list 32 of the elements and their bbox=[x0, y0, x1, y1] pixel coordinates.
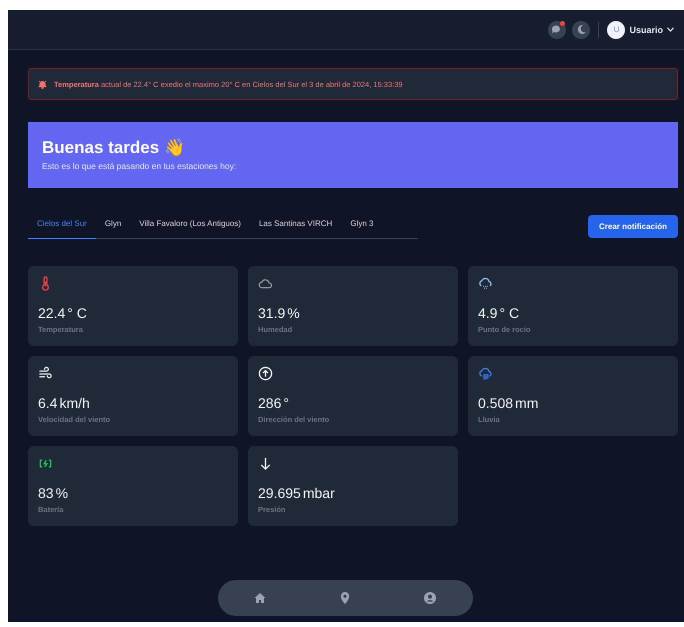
metric-value: 83% bbox=[38, 485, 70, 501]
station-tab[interactable]: Las Santinas VIRCH bbox=[250, 214, 342, 239]
metric-value: 22.4° C bbox=[38, 305, 88, 321]
station-tab[interactable]: Glyn 3 bbox=[341, 214, 382, 239]
profile-button[interactable] bbox=[422, 590, 438, 606]
wind-icon bbox=[38, 366, 53, 381]
house-icon bbox=[254, 592, 266, 604]
chevron-down-icon bbox=[667, 27, 674, 32]
cloud-snow-icon bbox=[478, 276, 493, 291]
arrow-down-icon bbox=[258, 456, 273, 471]
chat-button[interactable] bbox=[548, 20, 566, 38]
user-circle-icon bbox=[424, 592, 436, 604]
metric-value: 6.4 km/h bbox=[38, 395, 91, 411]
arrow-up-circle-icon bbox=[258, 366, 273, 381]
metric-value: 4.9° C bbox=[478, 305, 520, 321]
metric-value: 286° bbox=[258, 395, 290, 411]
theme-toggle-button[interactable] bbox=[572, 20, 590, 38]
user-menu[interactable]: U Usuario bbox=[607, 20, 674, 38]
cloud-rain-icon bbox=[478, 366, 493, 381]
create-notification-button[interactable]: Crear notificación bbox=[588, 215, 678, 238]
greeting-title: Buenas tardes 👋 bbox=[42, 138, 186, 158]
greeting-subtitle: Esto es lo que está pasando en tus estaciones hoy: bbox=[42, 161, 238, 171]
station-tab[interactable]: Glyn bbox=[96, 214, 130, 239]
map-pin-icon bbox=[340, 592, 350, 604]
station-tab[interactable]: Cielos del Sur bbox=[28, 214, 96, 239]
moon-icon bbox=[576, 24, 587, 35]
metric-value: 29.695 mbar bbox=[258, 485, 336, 501]
station-tab[interactable]: Villa Favaloro (Los Antiguos) bbox=[130, 214, 250, 239]
metric-value: 0.508 mm bbox=[478, 395, 540, 411]
metric-value: 31.9% bbox=[258, 305, 301, 321]
alarm-bell-icon bbox=[38, 80, 47, 88]
user-avatar: U bbox=[607, 20, 626, 38]
